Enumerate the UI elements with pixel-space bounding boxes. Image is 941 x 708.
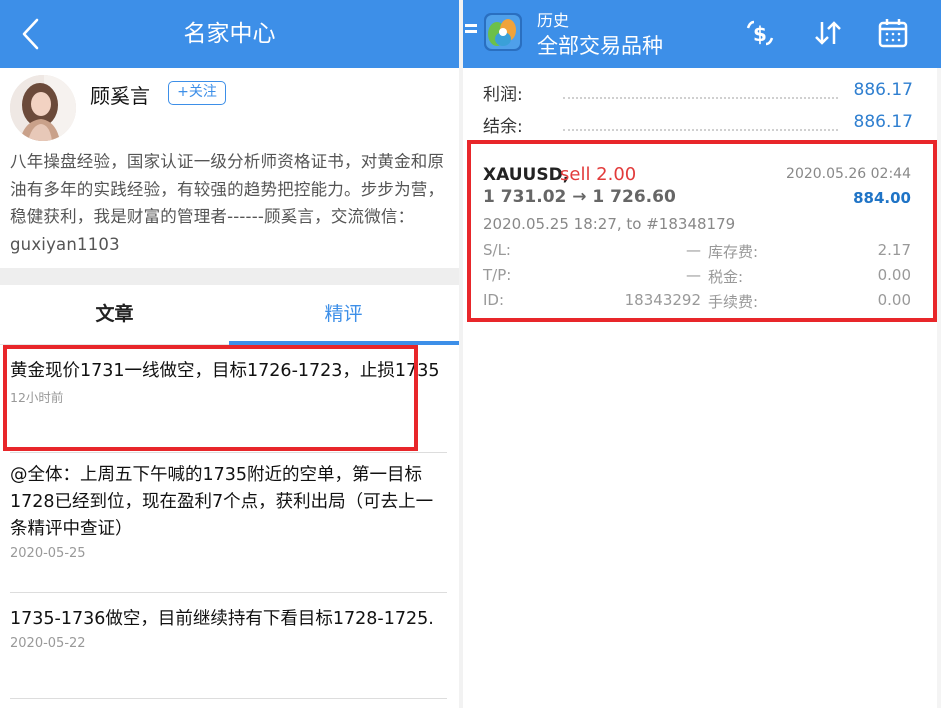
divider (10, 698, 447, 699)
list-item[interactable]: @全体：上周五下午喊的1735附近的空单，第一目标1728已经到位，现在盈利7个… (10, 462, 447, 561)
dotted-leader (563, 97, 838, 99)
post-text: @全体：上周五下午喊的1735附近的空单，第一目标1728已经到位，现在盈利7个… (10, 465, 434, 539)
page-title: 名家中心 (183, 21, 276, 47)
sort-icon[interactable] (811, 16, 845, 50)
expert-bio: 八年操盘经验，国家认证一级分析师资格证书，对黄金和原油有多年的实践经验，有较强的… (10, 152, 445, 254)
section-divider (0, 268, 459, 285)
dotted-leader (563, 129, 838, 131)
summary-label: 利润: (483, 85, 523, 105)
trade-history-panel: 历史 全部交易品种 $ 利润: 886.17 结余: 886.17 XAUUSD… (459, 0, 941, 708)
expert-center-header: 名家中心 (0, 0, 459, 68)
tab-articles[interactable]: 文章 (0, 285, 229, 345)
summary-row-profit: 利润: 886.17 (483, 80, 913, 110)
post-date: 2020-05-25 (10, 546, 86, 561)
expert-center-panel: 名家中心 顾奚言 +关注 八年操盘经验，国家认证一级分析师资格证书，对黄金和原油… (0, 0, 459, 708)
svg-text:$: $ (753, 22, 767, 46)
summary-row-balance: 结余: 886.17 (483, 112, 913, 142)
divider (10, 592, 447, 593)
history-header: 历史 全部交易品种 $ (463, 0, 941, 68)
post-date: 2020-05-22 (10, 636, 86, 651)
currency-exchange-icon[interactable]: $ (743, 16, 777, 50)
post-text: 1735-1736做空，目前继续持有下看目标1728-1725. (10, 609, 434, 629)
summary-value: 886.17 (853, 112, 913, 132)
avatar[interactable] (10, 75, 76, 141)
highlight-box (467, 140, 937, 322)
summary-label: 结余: (483, 117, 523, 137)
tab-reviews[interactable]: 精评 (229, 285, 458, 345)
back-button[interactable] (14, 14, 48, 54)
follow-button[interactable]: +关注 (168, 81, 226, 105)
chevron-left-icon (22, 18, 39, 50)
calendar-icon[interactable] (876, 16, 910, 50)
highlight-box (3, 345, 418, 451)
expert-name: 顾奚言 (90, 84, 150, 108)
header-title[interactable]: 全部交易品种 (537, 30, 663, 60)
header-subtitle: 历史 (537, 11, 570, 30)
list-item[interactable]: 1735-1736做空，目前继续持有下看目标1728-1725. 2020-05… (10, 606, 447, 651)
divider (10, 452, 447, 453)
expert-profile: 顾奚言 +关注 八年操盘经验，国家认证一级分析师资格证书，对黄金和原油有多年的实… (0, 68, 459, 268)
summary-value: 886.17 (853, 80, 913, 100)
menu-icon[interactable] (465, 24, 477, 38)
app-logo-icon (483, 12, 523, 52)
scrollbar[interactable] (937, 68, 941, 708)
content-tabs: 文章 精评 (0, 285, 459, 345)
